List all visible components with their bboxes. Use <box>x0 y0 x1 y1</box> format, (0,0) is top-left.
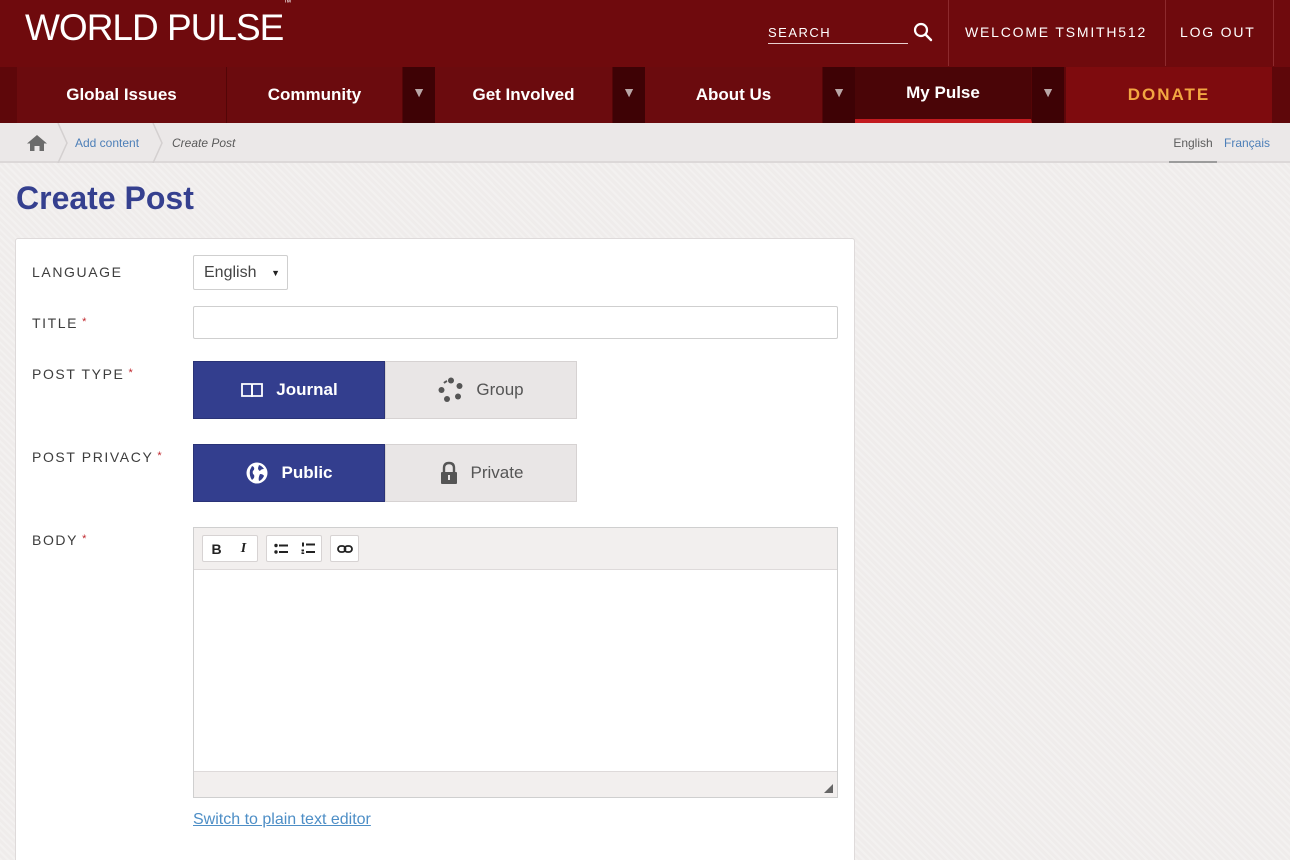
post-type-label-text: POST TYPE <box>32 366 125 382</box>
post-privacy-label-text: POST PRIVACY <box>32 449 154 465</box>
title-label: TITLE * <box>32 315 88 331</box>
breadcrumb-separator <box>152 123 163 163</box>
resize-grip-icon[interactable] <box>824 784 833 793</box>
post-type-group[interactable]: Group <box>385 361 577 419</box>
editor-status-bar <box>194 771 837 797</box>
bulleted-list-icon <box>273 543 288 554</box>
header-divider <box>1273 0 1274 66</box>
italic-button[interactable]: I <box>230 536 257 561</box>
language-select-value: English <box>204 264 257 281</box>
body-label: BODY * <box>32 532 88 548</box>
nav-label: About Us <box>695 85 772 104</box>
logout-link[interactable]: LOG OUT <box>1180 24 1256 40</box>
logo-trademark: ™ <box>283 0 291 7</box>
language-select[interactable]: English ▼ <box>193 255 288 290</box>
language-french[interactable]: Français <box>1224 136 1270 150</box>
required-mark: * <box>82 533 88 545</box>
breadcrumb: Add content Create Post English Français <box>0 123 1290 163</box>
donate-button[interactable]: DONATE <box>1066 67 1272 123</box>
title-label-text: TITLE <box>32 315 79 331</box>
breadcrumb-add-content[interactable]: Add content <box>75 136 139 150</box>
search-icon[interactable] <box>913 22 933 42</box>
required-mark: * <box>157 450 164 462</box>
numbered-list-button[interactable] <box>294 536 321 561</box>
dropdown-arrow-icon: ▼ <box>271 268 280 278</box>
required-mark: * <box>128 367 135 379</box>
nav-label: Community <box>267 85 362 104</box>
page-title: Create Post <box>16 180 194 216</box>
privacy-public[interactable]: Public <box>193 444 385 502</box>
header-divider <box>1165 0 1166 66</box>
nav-my-pulse[interactable]: My Pulse <box>855 67 1032 123</box>
nav-community[interactable]: Community <box>227 67 403 123</box>
search-input[interactable] <box>768 22 904 42</box>
privacy-private[interactable]: Private <box>385 444 577 502</box>
logo-text: WORLD PULSE <box>25 7 284 48</box>
switch-plain-text-link[interactable]: Switch to plain text editor <box>193 811 371 829</box>
top-header: WORLD PULSE™ WELCOME TSMITH512 LOG OUT <box>0 0 1290 67</box>
link-icon <box>336 544 353 553</box>
privacy-public-label: Public <box>281 463 333 482</box>
group-icon <box>438 377 463 402</box>
format-group: B I <box>202 535 258 562</box>
post-type-group-label: Group <box>476 380 524 399</box>
post-privacy-label: POST PRIVACY * <box>32 449 163 465</box>
home-icon <box>27 135 47 151</box>
title-input[interactable] <box>193 306 838 339</box>
welcome-text: WELCOME TSMITH512 <box>965 24 1148 40</box>
breadcrumb-separator <box>57 123 68 163</box>
about-us-caret-icon[interactable]: ▼ <box>823 67 855 123</box>
link-group <box>330 535 359 562</box>
community-caret-icon[interactable]: ▼ <box>403 67 435 123</box>
post-type-journal-label: Journal <box>276 380 338 399</box>
search-field-wrap <box>768 22 908 44</box>
book-icon <box>241 383 264 398</box>
breadcrumb-current: Create Post <box>172 136 236 150</box>
lock-icon <box>440 461 457 484</box>
nav-global-issues[interactable]: Global Issues <box>17 67 227 123</box>
bulleted-list-button[interactable] <box>267 536 294 561</box>
body-label-text: BODY <box>32 532 79 548</box>
nav-about-us[interactable]: About Us <box>645 67 823 123</box>
nav-label: My Pulse <box>906 83 980 102</box>
nav-label: Get Involved <box>472 85 575 104</box>
home-link[interactable] <box>15 123 59 163</box>
header-divider <box>948 0 949 66</box>
editor-toolbar: B I <box>194 528 837 570</box>
my-pulse-caret-icon[interactable]: ▼ <box>1032 67 1064 123</box>
language-label: LANGUAGE <box>32 264 123 280</box>
main-nav: Global Issues Community ▼ Get Involved ▼… <box>0 67 1290 123</box>
bold-button[interactable]: B <box>203 536 230 561</box>
language-english[interactable]: English <box>1169 136 1217 163</box>
body-text-area[interactable] <box>194 570 837 771</box>
site-logo[interactable]: WORLD PULSE™ <box>25 0 291 49</box>
get-involved-caret-icon[interactable]: ▼ <box>613 67 645 123</box>
required-mark: * <box>82 316 89 328</box>
nav-get-involved[interactable]: Get Involved <box>435 67 613 123</box>
nav-label: Global Issues <box>66 85 177 104</box>
list-group <box>266 535 322 562</box>
language-label-text: LANGUAGE <box>32 264 123 280</box>
link-button[interactable] <box>331 536 358 561</box>
body-editor: B I <box>193 527 838 798</box>
numbered-list-icon <box>301 542 315 554</box>
globe-icon <box>246 462 268 484</box>
post-type-label: POST TYPE * <box>32 366 134 382</box>
privacy-private-label: Private <box>470 463 524 482</box>
post-type-journal[interactable]: Journal <box>193 361 385 419</box>
